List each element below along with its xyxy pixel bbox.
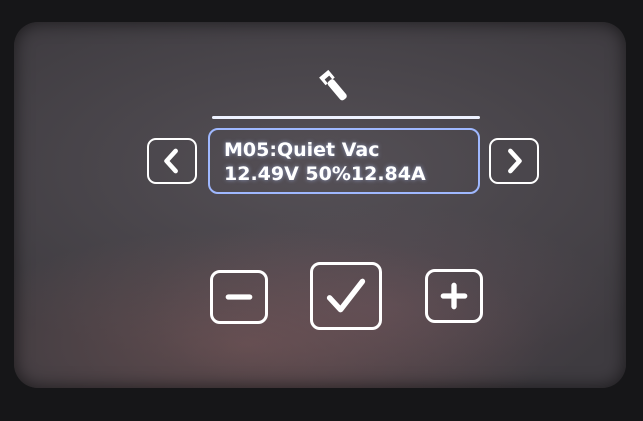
mode-readout: 12.49V 50%12.84A <box>224 163 426 185</box>
mode-name: M05:Quiet Vac <box>224 139 380 161</box>
header-divider <box>212 116 480 119</box>
device-bezel: M05:Quiet Vac 12.49V 50%12.84A <box>0 0 643 421</box>
next-mode-button[interactable] <box>489 138 539 184</box>
chevron-right-icon <box>508 148 522 174</box>
increase-button[interactable] <box>425 269 483 323</box>
confirm-button[interactable] <box>310 262 382 330</box>
mode-display: M05:Quiet Vac 12.49V 50%12.84A <box>208 128 480 194</box>
chevron-left-icon <box>164 148 178 174</box>
previous-mode-button[interactable] <box>147 138 197 184</box>
checkmark-icon <box>326 278 366 313</box>
decrease-button[interactable] <box>210 270 268 324</box>
touch-screen: M05:Quiet Vac 12.49V 50%12.84A <box>14 22 626 388</box>
plus-icon <box>440 282 468 310</box>
minus-icon <box>225 294 253 300</box>
wrench-icon <box>312 64 356 108</box>
